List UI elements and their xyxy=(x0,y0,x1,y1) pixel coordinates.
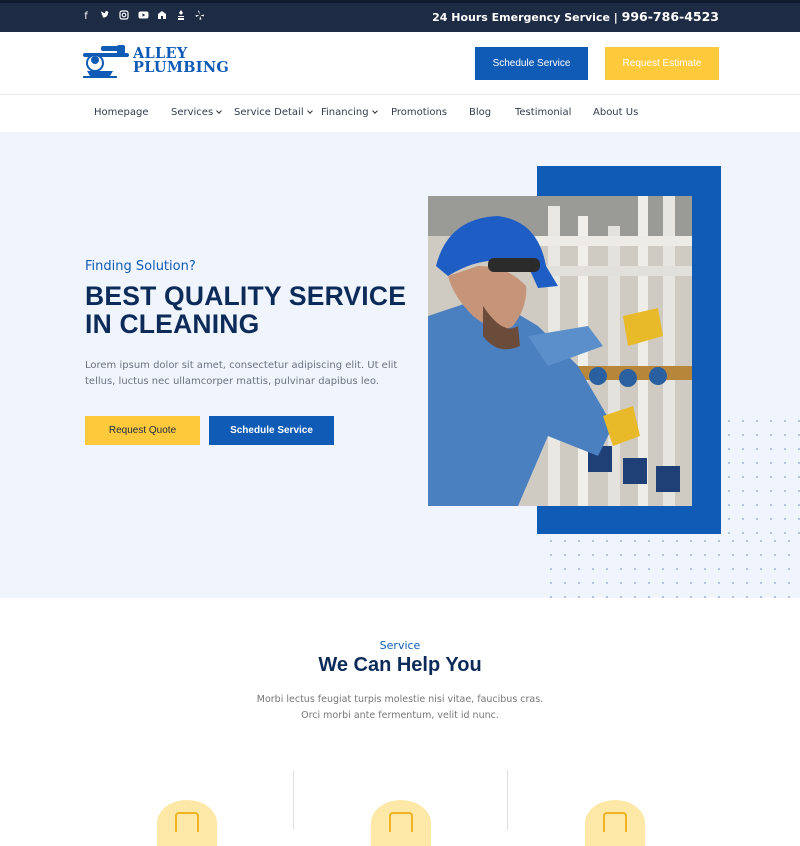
top-bar: f 24 Hours Emergency Service | 996-786-4… xyxy=(0,0,800,32)
plumber-logo-icon xyxy=(83,45,129,78)
nav-item-blog[interactable]: Blog xyxy=(469,107,491,118)
facebook-icon[interactable]: f xyxy=(81,10,91,24)
services-title: We Can Help You xyxy=(318,654,482,676)
hero-title-line2: IN CLEANING xyxy=(85,309,260,339)
service-icon-bathtub xyxy=(157,800,217,846)
nav-item-services[interactable]: Services xyxy=(171,107,223,118)
hero-schedule-service-button[interactable]: Schedule Service xyxy=(209,416,334,445)
social-links: f xyxy=(81,10,205,24)
request-estimate-button[interactable]: Request Estimate xyxy=(605,47,719,80)
toilet-icon xyxy=(389,812,413,832)
instagram-icon[interactable] xyxy=(119,10,129,24)
nav-item-service-detail[interactable]: Service Detail xyxy=(234,107,313,118)
emergency-contact: 24 Hours Emergency Service | 996-786-452… xyxy=(432,9,719,24)
nav-label: Services xyxy=(171,107,214,118)
nav-label: Promotions xyxy=(391,107,448,118)
nav-label: Testimonial xyxy=(515,107,572,118)
services-description-line1: Morbi lectus feugiat turpis molestie nis… xyxy=(256,694,544,705)
services-kicker: Service xyxy=(379,639,421,652)
youtube-icon[interactable] xyxy=(138,10,149,24)
emergency-label: 24 Hours Emergency Service | xyxy=(432,11,618,24)
yelp-icon[interactable] xyxy=(195,10,205,24)
column-divider xyxy=(293,770,294,830)
hero-title: BEST QUALITY SERVICE IN CLEANING xyxy=(85,282,415,338)
logo-text: ALLEY PLUMBING xyxy=(133,46,230,76)
service-icon-toilet xyxy=(371,800,431,846)
site-header: ALLEY PLUMBING Schedule Service Request … xyxy=(0,32,800,95)
plumber-photo xyxy=(428,196,692,506)
column-divider xyxy=(507,770,508,830)
logo-line2: PLUMBING xyxy=(133,59,230,76)
logo[interactable]: ALLEY PLUMBING xyxy=(81,43,231,79)
bathtub-icon xyxy=(175,812,199,832)
service-icon-pipes xyxy=(585,800,645,846)
decorative-dots xyxy=(722,414,800,538)
pipe-icon xyxy=(603,812,627,832)
nav-label: Financing xyxy=(321,107,369,118)
nav-item-promotions[interactable]: Promotions xyxy=(391,107,447,118)
main-nav: Homepage Services Service Detail Financi… xyxy=(0,96,800,132)
decorative-dots xyxy=(544,534,800,598)
chevron-down-icon xyxy=(371,108,378,114)
services-description-line2: Orci morbi ante fermentum, velit id nunc… xyxy=(301,710,499,721)
phone-number[interactable]: 996-786-4523 xyxy=(622,9,719,24)
bbb-icon[interactable] xyxy=(176,10,186,24)
nav-label: About Us xyxy=(593,107,639,118)
nav-label: Blog xyxy=(469,107,492,118)
hero-section: Finding Solution? BEST QUALITY SERVICE I… xyxy=(0,132,800,598)
nav-item-testimonial[interactable]: Testimonial xyxy=(515,107,571,118)
chevron-down-icon xyxy=(306,108,313,114)
request-quote-button[interactable]: Request Quote xyxy=(85,416,200,445)
twitter-icon[interactable] xyxy=(100,10,110,24)
hero-description: Lorem ipsum dolor sit amet, consectetur … xyxy=(85,360,398,387)
nav-item-about-us[interactable]: About Us xyxy=(593,107,638,118)
nav-item-financing[interactable]: Financing xyxy=(321,107,378,118)
hero-title-line1: BEST QUALITY SERVICE xyxy=(85,281,407,311)
hero-kicker: Finding Solution? xyxy=(85,259,196,274)
chevron-down-icon xyxy=(216,108,223,114)
nav-label: Homepage xyxy=(94,107,149,118)
schedule-service-button[interactable]: Schedule Service xyxy=(475,47,588,80)
houzz-icon[interactable] xyxy=(157,10,167,24)
nav-label: Service Detail xyxy=(234,107,304,118)
services-description: Morbi lectus feugiat turpis molestie nis… xyxy=(250,692,550,724)
nav-item-homepage[interactable]: Homepage xyxy=(94,107,149,118)
